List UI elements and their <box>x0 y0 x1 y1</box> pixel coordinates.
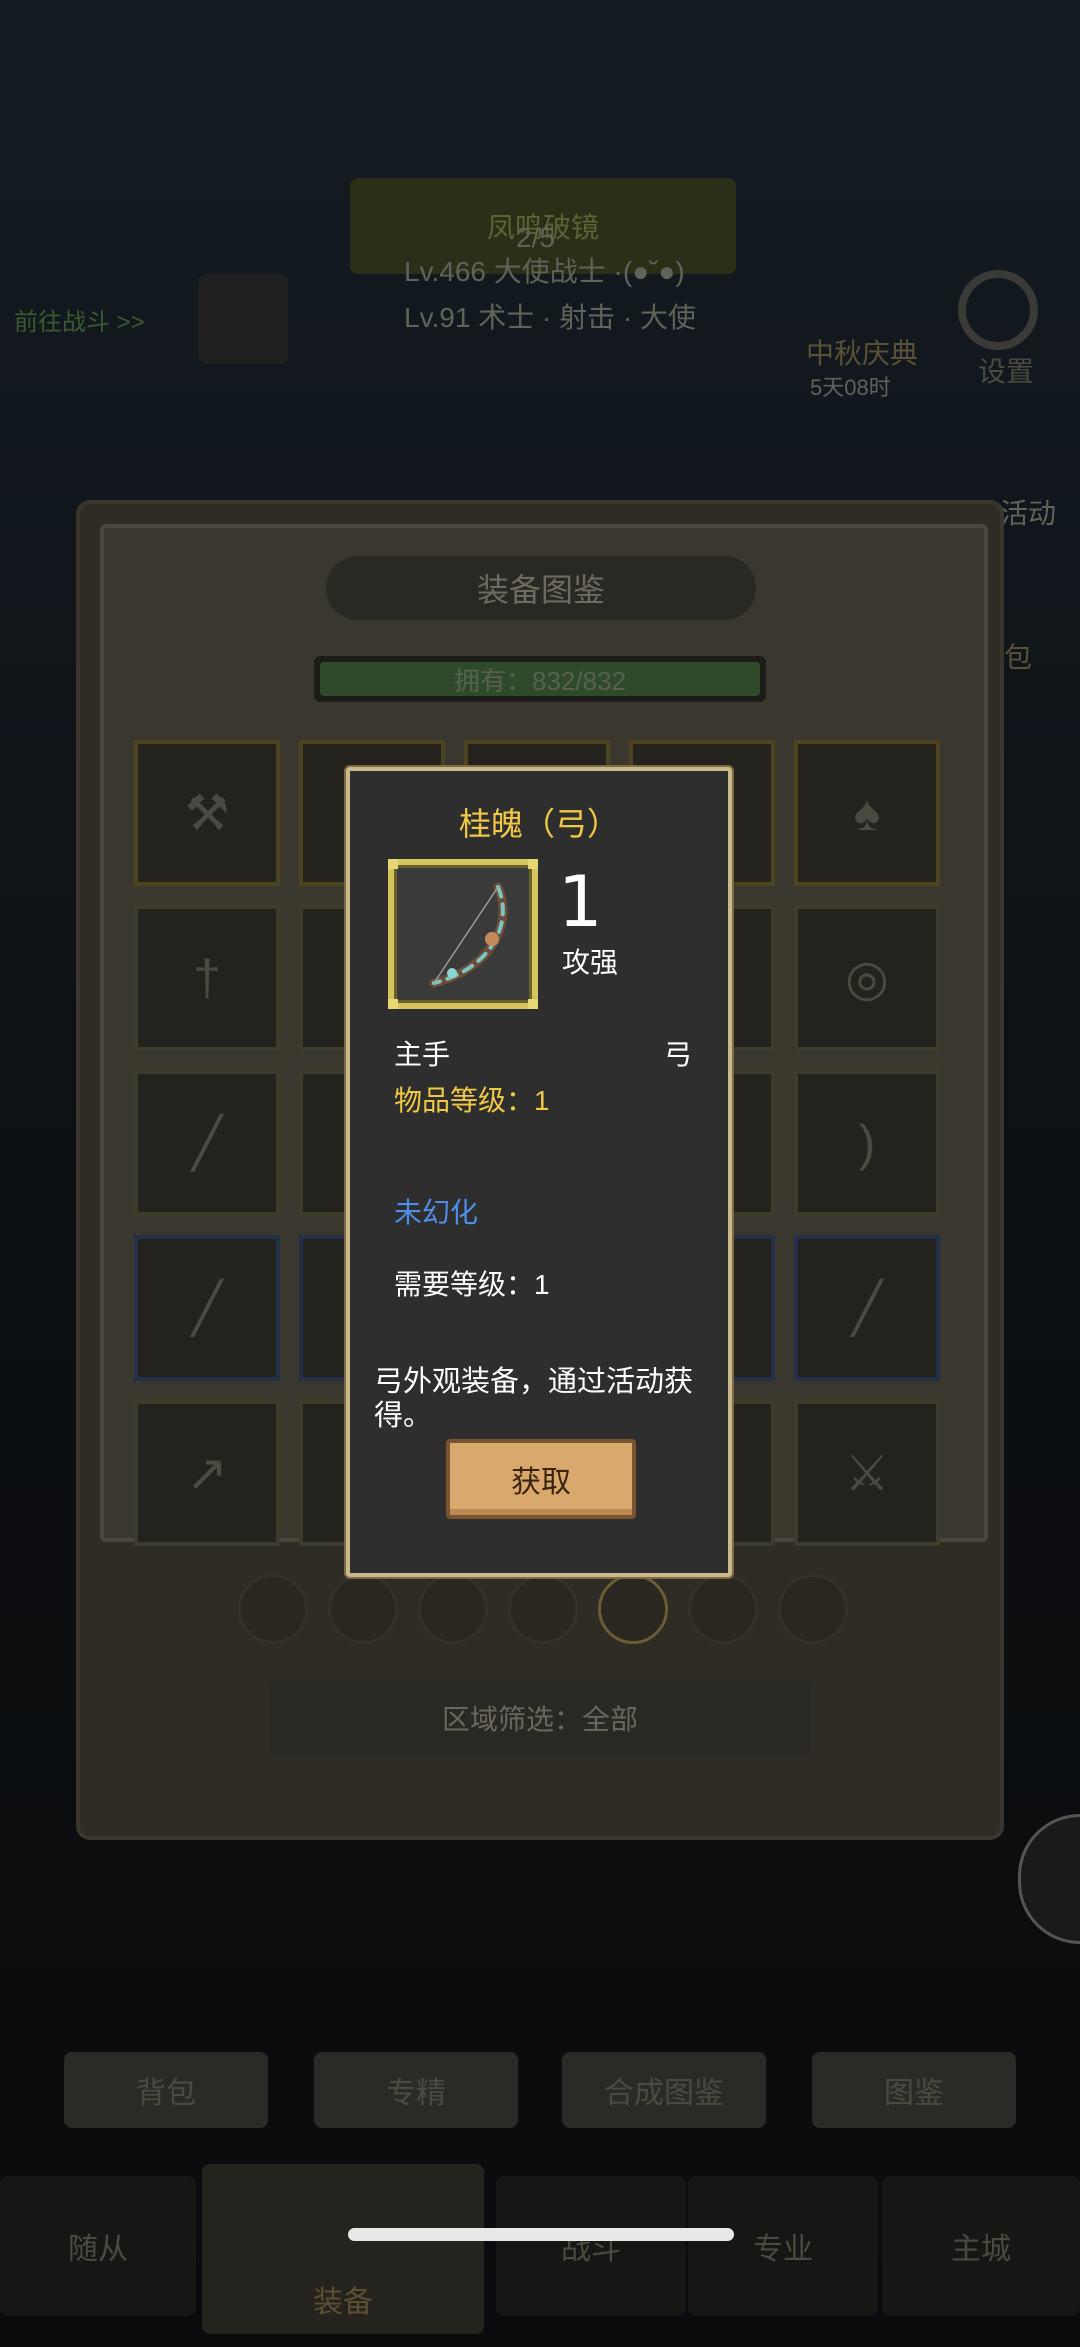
bottom-button-2-label: 专精 <box>386 2077 446 2110</box>
bottom-button-3[interactable]: 合成图鉴 <box>562 2052 766 2128</box>
shield-icon: ◎ <box>845 950 889 1006</box>
owned-progress-bar: 拥有：832/832 <box>314 656 766 702</box>
filter-sword-icon[interactable] <box>328 1574 398 1644</box>
filter-armor-icon[interactable] <box>418 1574 488 1644</box>
item-detail-popup: 桂魄（弓） 1 攻强 主手 弓 物品等级：1 未幻化 需要等级：1 弓外观装备，… <box>346 767 732 1577</box>
item-icon-frame <box>388 859 538 1009</box>
knife-icon: ⚔ <box>844 1445 890 1501</box>
collection-title: 装备图鉴 <box>326 556 756 620</box>
equipment-slot[interactable]: ↗ <box>134 1400 280 1546</box>
filter-glove-icon[interactable] <box>508 1574 578 1644</box>
equipment-slot[interactable]: ╱ <box>134 1235 280 1381</box>
nav-tab-profession[interactable]: 专业 <box>688 2176 878 2316</box>
hammer-icon: ⚒ <box>184 785 230 841</box>
equipment-slot[interactable]: ♠ <box>794 740 940 886</box>
nav-tab-city-label: 主城 <box>951 2233 1011 2266</box>
bow-icon <box>429 882 508 988</box>
obtain-button[interactable]: 获取 <box>446 1439 636 1519</box>
slot-type: 主手 <box>394 1039 451 1070</box>
equipment-slot[interactable]: ⚒ <box>134 740 280 886</box>
item-description: 弓外观装备，通过活动获得。 <box>374 1366 694 1432</box>
item-name: 桂魄（弓） <box>458 806 619 842</box>
nav-tab-followers-label: 随从 <box>68 2233 128 2266</box>
activity-label: 活动 <box>1000 498 1057 529</box>
character-avatar[interactable] <box>198 274 288 364</box>
nav-tab-battle[interactable]: 战斗 <box>496 2176 686 2316</box>
dagger-icon: † <box>193 950 221 1006</box>
item-quality: 攻强 <box>562 947 619 978</box>
bottom-button-3-label: 合成图鉴 <box>604 2077 724 2110</box>
spear-icon: ↗ <box>186 1445 228 1501</box>
bag-label: 包 <box>1004 642 1033 673</box>
home-indicator[interactable] <box>348 2228 734 2241</box>
gear-icon[interactable] <box>958 270 1038 350</box>
staff-icon: ╱ <box>191 1115 223 1171</box>
equipment-slot[interactable]: ) <box>794 1070 940 1216</box>
bottom-button-2[interactable]: 专精 <box>314 2052 518 2128</box>
nav-tab-equipment-label: 装备 <box>313 2286 373 2319</box>
bottom-button-1[interactable]: 背包 <box>64 2052 268 2128</box>
filter-ring-icon[interactable] <box>688 1574 758 1644</box>
illusion-status: 未幻化 <box>394 1197 479 1228</box>
filter-helmet-icon[interactable] <box>238 1574 308 1644</box>
bottom-button-4[interactable]: 图鉴 <box>812 2052 1016 2128</box>
bottom-button-4-label: 图鉴 <box>884 2077 944 2110</box>
nav-tab-profession-label: 专业 <box>753 2233 813 2266</box>
event-timer: 5天08时 <box>810 375 891 400</box>
staff-icon: ╱ <box>191 1280 223 1336</box>
region-filter-button[interactable]: 区域筛选：全部 <box>270 1680 810 1756</box>
weapon-type: 弓 <box>664 1039 693 1070</box>
equipment-slot[interactable]: ◎ <box>794 905 940 1051</box>
character-line-2: Lv.91 术士 · 射击 · 大使 <box>404 302 696 333</box>
bow-icon: ) <box>858 1115 876 1171</box>
equipment-slot[interactable]: ⚔ <box>794 1400 940 1546</box>
staff-icon: ╱ <box>851 1280 883 1336</box>
filter-bow-icon[interactable] <box>778 1574 848 1644</box>
character-line-1: Lv.466 大使战士 ·(●˘●) <box>404 256 685 287</box>
owned-progress-text: 拥有：832/832 <box>454 665 626 696</box>
nav-tab-city[interactable]: 主城 <box>882 2176 1080 2316</box>
filter-weapon-icon[interactable] <box>598 1574 668 1644</box>
bottom-button-1-label: 背包 <box>136 2077 196 2110</box>
mace-icon: ♠ <box>853 785 881 841</box>
nav-tab-followers[interactable]: 随从 <box>0 2176 196 2316</box>
nav-tab-equipment[interactable]: 装备 <box>202 2164 484 2334</box>
required-level: 需要等级：1 <box>394 1269 550 1300</box>
equipment-slot[interactable]: ╱ <box>134 1070 280 1216</box>
item-count: 1 <box>558 861 603 943</box>
equipment-slot[interactable]: † <box>134 905 280 1051</box>
settings-label: 设置 <box>978 356 1035 387</box>
event-title[interactable]: 中秋庆典 <box>806 332 918 372</box>
left-link[interactable]: 前往战斗 >> <box>14 302 145 337</box>
item-level: 物品等级：1 <box>394 1085 550 1116</box>
equipment-slot[interactable]: ╱ <box>794 1235 940 1381</box>
